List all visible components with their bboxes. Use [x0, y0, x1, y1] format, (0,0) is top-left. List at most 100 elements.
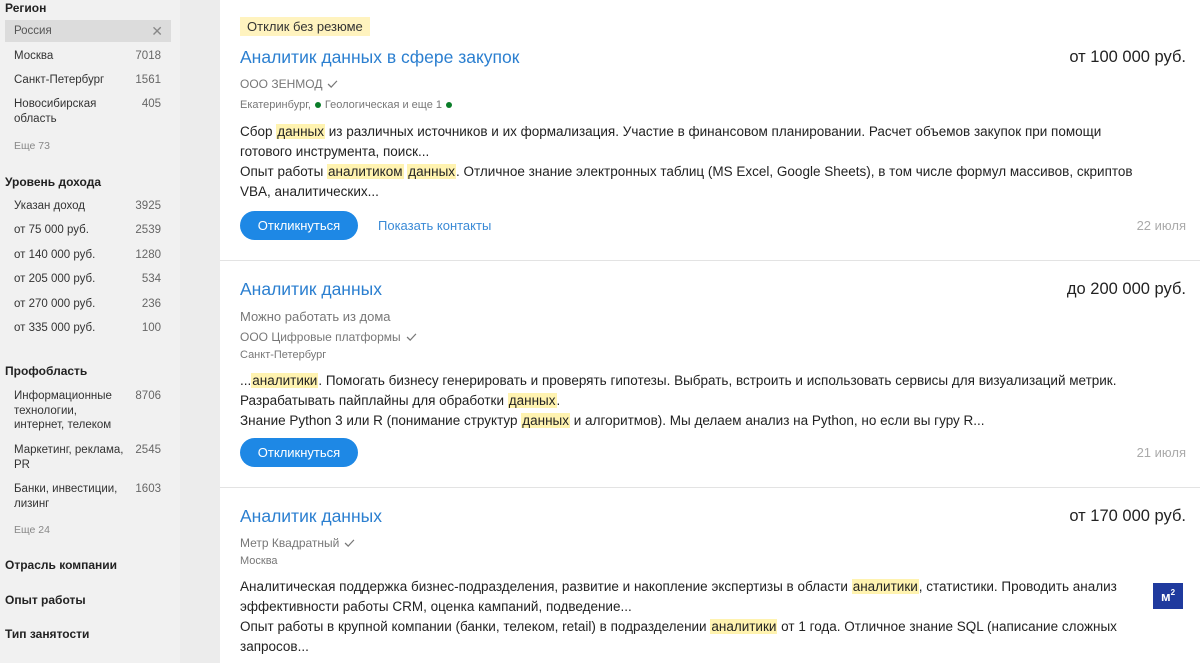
filter-count: 1561: [135, 74, 161, 86]
vacancy-title[interactable]: Аналитик данных: [240, 506, 382, 527]
show-contacts-link[interactable]: Показать контакты: [378, 218, 491, 233]
filter-item-income[interactable]: Указан доход 3925: [5, 199, 171, 214]
apply-button[interactable]: Откликнуться: [240, 211, 358, 240]
filter-label: от 270 000 руб.: [14, 298, 96, 310]
filter-label: Маркетинг, реклама, PR: [14, 444, 124, 471]
filter-label: от 75 000 руб.: [14, 224, 89, 236]
desc-line: ...аналитики. Помогать бизнесу генериров…: [240, 373, 1117, 408]
vacancy-salary: от 170 000 руб.: [1069, 507, 1186, 525]
filter-count: 1603: [135, 483, 161, 495]
filter-item-income[interactable]: от 335 000 руб. 100: [5, 321, 171, 336]
vacancy-description: Сбор данных из различных источников и их…: [240, 122, 1140, 202]
filter-label: Москва: [14, 50, 54, 62]
region-selected-label: Россия: [14, 25, 52, 37]
filter-count: 2545: [135, 444, 161, 456]
filter-item-spb[interactable]: Санкт-Петербург 1561: [5, 73, 171, 88]
metro-icon: [314, 102, 321, 108]
close-icon[interactable]: ✕: [151, 23, 163, 40]
desc-line: Сбор данных из различных источников и их…: [240, 124, 1102, 159]
highlight: аналитики: [251, 373, 319, 388]
highlight: аналитиком: [327, 164, 404, 179]
region-title: Регион: [5, 1, 47, 15]
highlight: данных: [507, 393, 557, 408]
apply-button[interactable]: Откликнуться: [240, 438, 358, 467]
prof-more-link[interactable]: Еще 24: [14, 524, 50, 536]
city: Санкт-Петербург: [240, 349, 327, 361]
vacancy-description: Аналитическая поддержка бизнес-подраздел…: [240, 577, 1135, 657]
filter-count: 3925: [135, 200, 161, 212]
employment-title[interactable]: Тип занятости: [5, 627, 89, 641]
filter-count: 8706: [135, 390, 161, 402]
filter-count: 7018: [135, 50, 161, 62]
vacancy-card: Отклик без резюме Аналитик данных в сфер…: [220, 0, 1200, 261]
filter-count: 405: [141, 98, 161, 110]
prof-title: Профобласть: [5, 364, 88, 378]
filter-label: от 140 000 руб.: [14, 249, 96, 261]
metro-station: Геологическая и еще 1: [324, 99, 443, 111]
industry-title[interactable]: Отрасль компании: [5, 558, 117, 572]
company-logo[interactable]: м2: [1153, 583, 1183, 609]
company-row: Метр Квадратный: [240, 536, 355, 550]
publish-date: 21 июля: [1136, 445, 1186, 460]
filter-item-income[interactable]: от 75 000 руб. 2539: [5, 223, 171, 238]
vacancy-salary: до 200 000 руб.: [1066, 280, 1186, 298]
filters-sidebar: Регион Россия ✕ Москва 7018 Санкт-Петерб…: [0, 0, 180, 663]
filter-label: Банки, инвестиции, лизинг: [14, 483, 118, 510]
filter-count: 236: [141, 298, 161, 310]
vacancy-card: Аналитик данных от 170 000 руб. Метр Ква…: [220, 489, 1200, 663]
company-name[interactable]: Метр Квадратный: [240, 536, 339, 550]
desc-line: Опыт работы в крупной компании (банки, т…: [240, 619, 1117, 654]
filter-label: Информационные технологии, интернет, тел…: [14, 390, 112, 431]
filter-item-moscow[interactable]: Москва 7018: [5, 49, 171, 64]
city: Екатеринбург,: [240, 99, 311, 111]
filter-item-prof[interactable]: Банки, инвестиции, лизинг 1603: [5, 482, 171, 511]
vacancy-title[interactable]: Аналитик данных в сфере закупок: [240, 47, 519, 68]
filter-item-income[interactable]: от 270 000 руб. 236: [5, 297, 171, 312]
location-row: Екатеринбург, Геологическая и еще 1: [240, 99, 453, 111]
region-more-link[interactable]: Еще 73: [14, 140, 50, 152]
desc-line: Опыт работы аналитиком данных. Отличное …: [240, 164, 1133, 199]
highlight: аналитики: [851, 579, 919, 594]
highlight: аналитики: [710, 619, 778, 634]
remote-work-label: Можно работать из дома: [240, 309, 391, 324]
filter-item-prof[interactable]: Маркетинг, реклама, PR 2545: [5, 443, 171, 472]
verified-check-icon: [406, 333, 417, 341]
filter-label: от 335 000 руб.: [14, 322, 96, 334]
income-title: Уровень дохода: [5, 175, 102, 189]
filter-label: от 205 000 руб.: [14, 273, 96, 285]
filter-item-income[interactable]: от 205 000 руб. 534: [5, 272, 171, 287]
experience-title[interactable]: Опыт работы: [5, 593, 86, 607]
filter-count: 2539: [135, 224, 161, 236]
desc-line: Знание Python 3 или R (понимание структу…: [240, 413, 985, 428]
filter-item-prof[interactable]: Информационные технологии, интернет, тел…: [5, 389, 171, 433]
publish-date: 22 июля: [1136, 218, 1186, 233]
vacancy-list: Отклик без резюме Аналитик данных в сфер…: [220, 0, 1200, 663]
vacancy-title[interactable]: Аналитик данных: [240, 279, 382, 300]
verified-check-icon: [344, 539, 355, 547]
no-resume-badge: Отклик без резюме: [240, 17, 370, 36]
filter-count: 534: [141, 273, 161, 285]
region-selected-filter[interactable]: Россия ✕: [5, 20, 171, 42]
filter-count: 1280: [135, 249, 161, 261]
filter-item-novosibirsk[interactable]: Новосибирская область 405: [5, 97, 171, 126]
company-name[interactable]: ООО ЗЕНМОД: [240, 77, 322, 91]
filter-label: Новосибирская область: [14, 98, 97, 125]
desc-line: Аналитическая поддержка бизнес-подраздел…: [240, 579, 1117, 614]
vacancy-description: ...аналитики. Помогать бизнесу генериров…: [240, 371, 1140, 431]
highlight: данных: [407, 164, 457, 179]
highlight: данных: [276, 124, 325, 139]
metro-icon: [446, 102, 453, 108]
location-row: Москва: [240, 555, 278, 567]
filter-item-income[interactable]: от 140 000 руб. 1280: [5, 248, 171, 263]
filter-label: Санкт-Петербург: [14, 74, 105, 86]
filter-label: Указан доход: [14, 200, 86, 212]
city: Москва: [240, 555, 278, 567]
filter-count: 100: [141, 322, 161, 334]
vacancy-card: Аналитик данных до 200 000 руб. Можно ра…: [220, 262, 1200, 488]
company-row: ООО ЗЕНМОД: [240, 77, 338, 91]
company-name[interactable]: ООО Цифровые платформы: [240, 330, 401, 344]
highlight: данных: [521, 413, 571, 428]
location-row: Санкт-Петербург: [240, 349, 326, 361]
company-row: ООО Цифровые платформы: [240, 330, 417, 344]
verified-check-icon: [328, 80, 338, 88]
